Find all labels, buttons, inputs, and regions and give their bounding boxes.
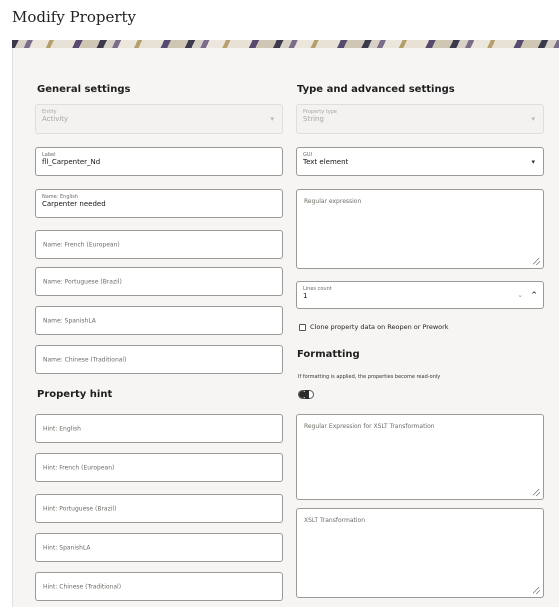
hint-french-field[interactable]: Hint: French (European) (35, 453, 283, 482)
name-english-field[interactable]: Name: English Carpenter needed (35, 189, 283, 218)
hint-spanish-field[interactable]: Hint: SpanishLA (35, 533, 283, 562)
hint-spanish-placeholder: Hint: SpanishLA (43, 544, 91, 551)
hint-portuguese-field[interactable]: Hint: Portuguese (Brazil) (35, 494, 283, 523)
hint-chinese-field[interactable]: Hint: Chinese (Traditional) (35, 572, 283, 601)
property-hint-title: Property hint (37, 389, 113, 400)
xslt-regex-textarea[interactable]: Regular Expression for XSLT Transformati… (296, 414, 544, 500)
name-portuguese-field[interactable]: Name: Portuguese (Brazil) (35, 267, 283, 296)
caret-down-icon: ▾ (270, 115, 274, 123)
hint-chinese-placeholder: Hint: Chinese (Traditional) (43, 583, 122, 590)
resize-handle-icon[interactable] (533, 587, 540, 594)
name-spanish-field[interactable]: Name: SpanishLA (35, 306, 283, 335)
name-french-field[interactable]: Name: French (European) (35, 230, 283, 259)
clone-property-checkbox[interactable] (299, 323, 306, 331)
clone-property-option[interactable]: Clone property data on Reopen or Prework (299, 323, 449, 331)
toggle-bar (305, 390, 309, 399)
name-portuguese-placeholder: Name: Portuguese (Brazil) (43, 278, 122, 285)
property-type-select[interactable]: Property type String ▾ (296, 104, 544, 134)
name-chinese-field[interactable]: Name: Chinese (Traditional) (35, 345, 283, 374)
chevron-up-icon[interactable]: ^ (531, 291, 537, 299)
hint-portuguese-placeholder: Hint: Portuguese (Brazil) (43, 505, 117, 512)
clone-property-label: Clone property data on Reopen or Prework (310, 323, 449, 331)
name-chinese-placeholder: Name: Chinese (Traditional) (43, 356, 127, 363)
name-english-value: Carpenter needed (42, 200, 106, 208)
type-advanced-title: Type and advanced settings (297, 84, 455, 95)
chevron-down-icon[interactable]: ⌄ (517, 291, 523, 299)
hint-english-field[interactable]: Hint: English (35, 414, 283, 443)
modify-property-panel: General settings Entity Activity ▾ Label… (12, 48, 559, 607)
name-french-placeholder: Name: French (European) (43, 241, 120, 248)
gui-select[interactable]: GUI Text element ▾ (296, 147, 544, 176)
xslt-regex-placeholder: Regular Expression for XSLT Transformati… (304, 423, 435, 430)
hint-english-placeholder: Hint: English (43, 425, 81, 432)
decorative-banner (12, 40, 559, 48)
label-field-value: fll_Carpenter_Nd (42, 158, 101, 166)
lines-count-stepper[interactable]: Lines count 1 ⌄ ^ (296, 281, 544, 309)
general-settings-title: General settings (37, 84, 131, 95)
caret-down-icon: ▾ (531, 115, 535, 123)
formatting-helper: If formatting is applied, the properties… (298, 374, 441, 380)
name-spanish-placeholder: Name: SpanishLA (43, 317, 96, 324)
entity-value: Activity (42, 115, 69, 123)
lines-count-value: 1 (303, 292, 308, 300)
resize-handle-icon[interactable] (533, 258, 540, 265)
regular-expression-textarea[interactable]: Regular expression (296, 189, 544, 269)
caret-down-icon: ▾ (531, 157, 535, 166)
label-field[interactable]: Label fll_Carpenter_Nd (35, 147, 283, 176)
gui-value: Text element (303, 158, 349, 166)
property-type-value: String (303, 115, 324, 123)
regular-expression-placeholder: Regular expression (304, 198, 362, 205)
page-title: Modify Property (12, 8, 137, 26)
formatting-toggle[interactable] (298, 390, 314, 399)
formatting-title: Formatting (297, 349, 360, 360)
xslt-transformation-placeholder: XSLT Transformation (304, 517, 366, 524)
hint-french-placeholder: Hint: French (European) (43, 464, 115, 471)
resize-handle-icon[interactable] (533, 489, 540, 496)
entity-select[interactable]: Entity Activity ▾ (35, 104, 283, 134)
xslt-transformation-textarea[interactable]: XSLT Transformation (296, 508, 544, 598)
